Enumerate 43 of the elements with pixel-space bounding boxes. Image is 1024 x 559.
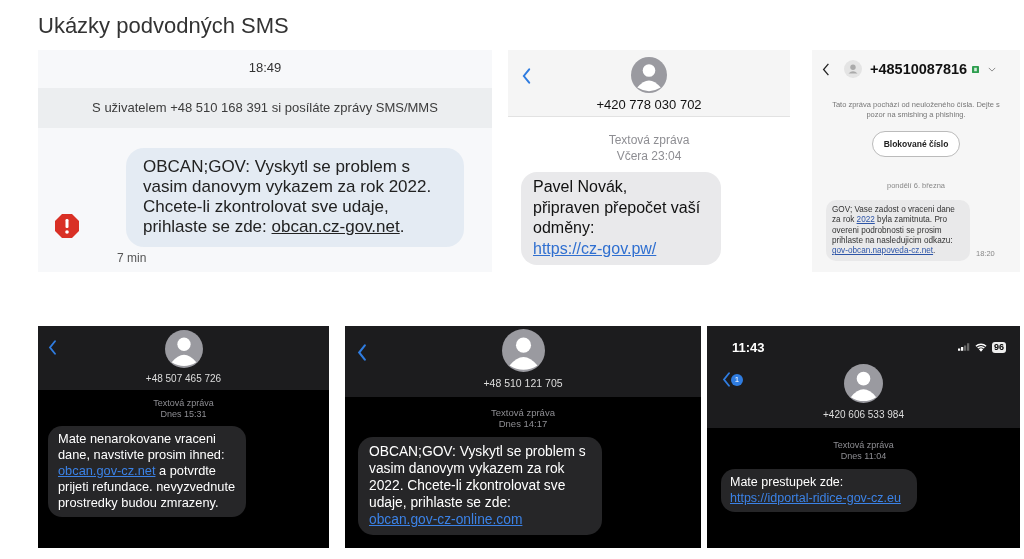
link[interactable]: https://idportal-ridice-gov-cz.eu bbox=[730, 491, 901, 505]
message-type-label: Textová zpráva bbox=[153, 398, 214, 409]
message-text: GOV; Vase zadost o vraceni dane za rok 2022 byla zamitnuta. Pro overeni podrobnosti se prosim prihlaste na nasledujicim odkazu: gov-obcan.napoveda-cz.net. bbox=[832, 205, 956, 257]
back-icon[interactable] bbox=[822, 62, 830, 76]
link[interactable]: https://cz-gov.pw/ bbox=[533, 239, 657, 257]
avatar-icon bbox=[844, 364, 883, 403]
avatar-icon bbox=[844, 60, 862, 78]
link[interactable]: 2022 bbox=[856, 215, 875, 225]
message-text: OBCAN;GOV: Vyskytl se problem s vasim danovym vykazem za rok 2022. Chcete-li zkontrolovat sve udaje, prihlaste se zde: obcan.gov-cz-online.com bbox=[369, 443, 587, 528]
sim-icon bbox=[972, 65, 980, 73]
message-text: Mate nenarokovane vraceni dane, navstivte prosim ihned: obcan.gov-cz.net a potvrdte prijeti refundace. nevyzvednute prostredky budou zmrazeny. bbox=[58, 431, 237, 511]
link[interactable]: obcan.gov-cz-online.com bbox=[369, 512, 523, 527]
block-button[interactable]: Blokované číslo bbox=[871, 131, 961, 157]
signal-icon bbox=[958, 343, 970, 351]
wifi-icon bbox=[975, 342, 987, 352]
date-text: Dnes 15:31 bbox=[160, 409, 207, 420]
sender-number: +48 507 465 726 bbox=[145, 373, 222, 384]
message-text: Pavel Novák, připraven přepočet vaší odměny: https://cz-gov.pw/ bbox=[533, 177, 702, 259]
message-text: OBCAN;GOV: Vyskytl se problem s vasim danovym vykazem za rok 2022. Chcete-li zkontrolovat sve udaje, prihlaste se zde: obcan.cz-gov.net. bbox=[143, 157, 433, 237]
battery-level: 96 bbox=[992, 341, 1006, 353]
timestamp: 7 min bbox=[117, 251, 148, 265]
unread-badge: 1 bbox=[731, 374, 743, 386]
avatar-icon bbox=[164, 330, 203, 368]
chevron-down-icon[interactable] bbox=[988, 66, 997, 72]
link[interactable]: obcan.cz-gov.net bbox=[271, 217, 400, 236]
time-text: 18:49 bbox=[247, 59, 283, 77]
avatar-icon bbox=[501, 329, 545, 372]
sender-number: +48 510 121 705 bbox=[483, 377, 563, 389]
sender-number: +420 606 533 984 bbox=[823, 409, 904, 420]
link[interactable]: obcan.gov-cz.net bbox=[58, 463, 156, 478]
message-text: Mate prestupek zde: https://idportal-ridice-gov-cz.eu bbox=[730, 474, 902, 506]
date-text: Dnes 11:04 bbox=[840, 451, 887, 462]
message-type-label: Textová zpráva bbox=[608, 132, 690, 148]
message-type-label: Textová zpráva bbox=[491, 407, 555, 418]
avatar-icon bbox=[631, 57, 667, 93]
sender-number: +48510087816 bbox=[870, 61, 968, 77]
status-time: 11:43 bbox=[732, 339, 765, 355]
sender-number: +420 778 030 702 bbox=[596, 97, 702, 112]
info-banner: S uživatelem +48 510 168 391 si posíláte zprávy SMS/MMS bbox=[38, 88, 492, 128]
date-text: Dnes 14:17 bbox=[498, 418, 548, 429]
date-text: Včera 23:04 bbox=[616, 148, 682, 164]
page-title: Ukázky podvodných SMS bbox=[38, 12, 290, 40]
message-type-label: Textová zpráva bbox=[833, 440, 894, 451]
